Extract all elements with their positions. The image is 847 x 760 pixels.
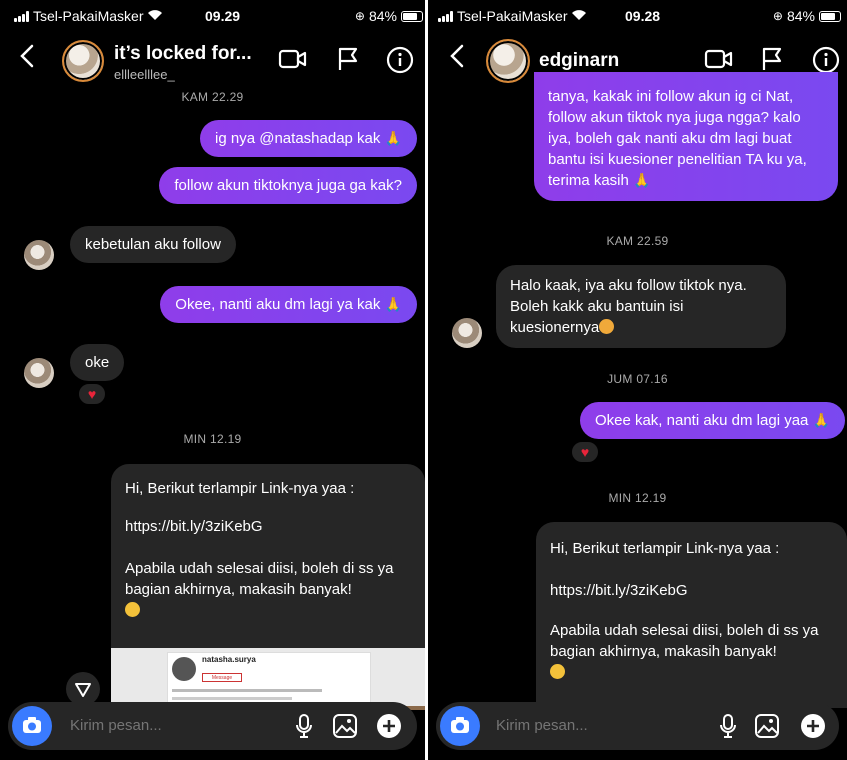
message-input[interactable] <box>70 717 270 734</box>
plus-icon[interactable] <box>800 713 826 744</box>
plus-icon[interactable] <box>376 713 402 744</box>
chat-screen-right: Tsel-PakaiMasker 09.28 ⊕ 84% edginarn ta… <box>428 0 847 760</box>
signal-icon <box>438 10 453 22</box>
chat-header: it’s locked for... ellleelllee_ <box>0 34 425 90</box>
signal-icon <box>14 10 29 22</box>
back-icon[interactable] <box>20 44 34 74</box>
message-composer <box>8 702 417 750</box>
battery-percent: 84% <box>368 8 397 24</box>
message-text: Okee, nanti aku dm lagi ya kak <box>175 296 381 313</box>
microphone-icon[interactable] <box>294 713 314 744</box>
back-icon[interactable] <box>450 44 464 74</box>
video-call-icon[interactable] <box>278 46 308 77</box>
message-bubble-sent[interactable]: tanya, kakak ini follow akun ig ci Nat, … <box>534 72 838 201</box>
folded-hands-icon: 🙏 <box>384 296 402 312</box>
preview-message-button: Message <box>202 673 242 682</box>
status-time: 09.28 <box>625 8 661 24</box>
shared-link-message[interactable]: Hi, Berikut terlampir Link-nya yaa : htt… <box>111 464 425 710</box>
chat-title[interactable]: edginarn <box>539 50 619 72</box>
scroll-down-button[interactable] <box>66 672 100 706</box>
message-text: Apabila udah selesai diisi, boleh di ss … <box>125 560 394 598</box>
alarm-icon: ⊕ <box>772 9 783 23</box>
microphone-icon[interactable] <box>718 713 738 744</box>
message-text: tanya, kakak ini follow akun ig ci Nat, … <box>548 88 807 189</box>
message-text: Hi, Berikut terlampir Link-nya yaa : <box>550 540 780 557</box>
message-link[interactable]: https://bit.ly/3ziKebG <box>111 516 425 537</box>
message-text: kebetulan aku follow <box>85 236 221 253</box>
timestamp: KAM 22.59 <box>606 234 669 248</box>
pleading-face-icon <box>125 602 140 617</box>
message-text: oke <box>85 354 110 371</box>
heart-reaction-icon[interactable]: ♥ <box>570 440 600 464</box>
status-bar: Tsel-PakaiMasker 09.29 ⊕ 84% <box>0 0 425 34</box>
carrier-name: Tsel-PakaiMasker <box>33 8 144 24</box>
message-link[interactable]: https://bit.ly/3ziKebG <box>536 580 847 601</box>
message-bubble-received[interactable]: oke <box>70 344 125 381</box>
chat-username: ellleelllee_ <box>114 67 175 82</box>
wifi-icon <box>147 8 163 24</box>
gallery-icon[interactable] <box>332 713 358 744</box>
heart-reaction-icon[interactable]: ♥ <box>77 382 107 406</box>
status-time: 09.29 <box>205 8 241 24</box>
timestamp: JUM 07.16 <box>607 372 668 386</box>
message-bubble-received[interactable]: kebetulan aku follow <box>70 226 236 263</box>
avatar[interactable] <box>24 240 54 270</box>
message-text: ig nya @natashadap kak <box>215 130 381 147</box>
status-bar: Tsel-PakaiMasker 09.28 ⊕ 84% <box>428 0 847 34</box>
folded-hands-icon: 🙏 <box>384 130 402 146</box>
message-input[interactable] <box>496 717 696 734</box>
message-bubble-sent[interactable]: follow akun tiktoknya juga ga kak? <box>159 167 417 204</box>
message-text: Halo kaak, iya aku follow tiktok nya. Bo… <box>510 277 747 336</box>
message-text: follow akun tiktoknya juga ga kak? <box>174 177 402 194</box>
message-text: Okee kak, nanti aku dm lagi yaa <box>594 412 809 429</box>
message-text: Hi, Berikut terlampir Link-nya yaa : <box>125 480 355 497</box>
timestamp: MIN 12.19 <box>608 491 667 505</box>
chat-screen-left: Tsel-PakaiMasker 09.29 ⊕ 84% it’s locked… <box>0 0 425 760</box>
message-text: Apabila udah selesai diisi, boleh di ss … <box>550 622 819 660</box>
folded-hands-icon: 🙏 <box>812 412 830 428</box>
message-bubble-sent[interactable]: Okee kak, nanti aku dm lagi yaa 🙏 <box>579 402 845 439</box>
timestamp: KAM 22.29 <box>181 90 244 104</box>
battery-percent: 84% <box>786 8 815 24</box>
message-bubble-sent[interactable]: ig nya @natashadap kak 🙏 <box>200 120 417 157</box>
timestamp: MIN 12.19 <box>183 432 242 446</box>
shared-link-message[interactable]: Hi, Berikut terlampir Link-nya yaa : htt… <box>536 522 847 708</box>
avatar[interactable] <box>486 39 530 83</box>
preview-username: natasha.surya <box>202 655 256 664</box>
relieved-face-icon <box>599 319 615 334</box>
flag-icon[interactable] <box>336 46 360 77</box>
avatar[interactable] <box>62 40 104 82</box>
carrier-name: Tsel-PakaiMasker <box>457 8 568 24</box>
info-icon[interactable] <box>386 46 414 79</box>
message-bubble-received[interactable]: Halo kaak, iya aku follow tiktok nya. Bo… <box>496 265 786 348</box>
folded-hands-icon: 🙏 <box>633 172 651 188</box>
avatar[interactable] <box>24 358 54 388</box>
alarm-icon: ⊕ <box>354 9 365 23</box>
battery-icon <box>401 10 423 22</box>
link-preview-image[interactable]: natasha.surya Message <box>111 648 425 710</box>
chat-title[interactable]: it’s locked for... <box>114 43 252 65</box>
message-composer <box>436 702 839 750</box>
camera-icon[interactable] <box>12 706 52 746</box>
pleading-face-icon <box>550 664 565 679</box>
avatar[interactable] <box>452 318 482 348</box>
camera-icon[interactable] <box>440 706 480 746</box>
message-bubble-sent[interactable]: Okee, nanti aku dm lagi ya kak 🙏 <box>160 286 417 323</box>
gallery-icon[interactable] <box>754 713 780 744</box>
wifi-icon <box>571 8 587 24</box>
battery-icon <box>819 10 841 22</box>
